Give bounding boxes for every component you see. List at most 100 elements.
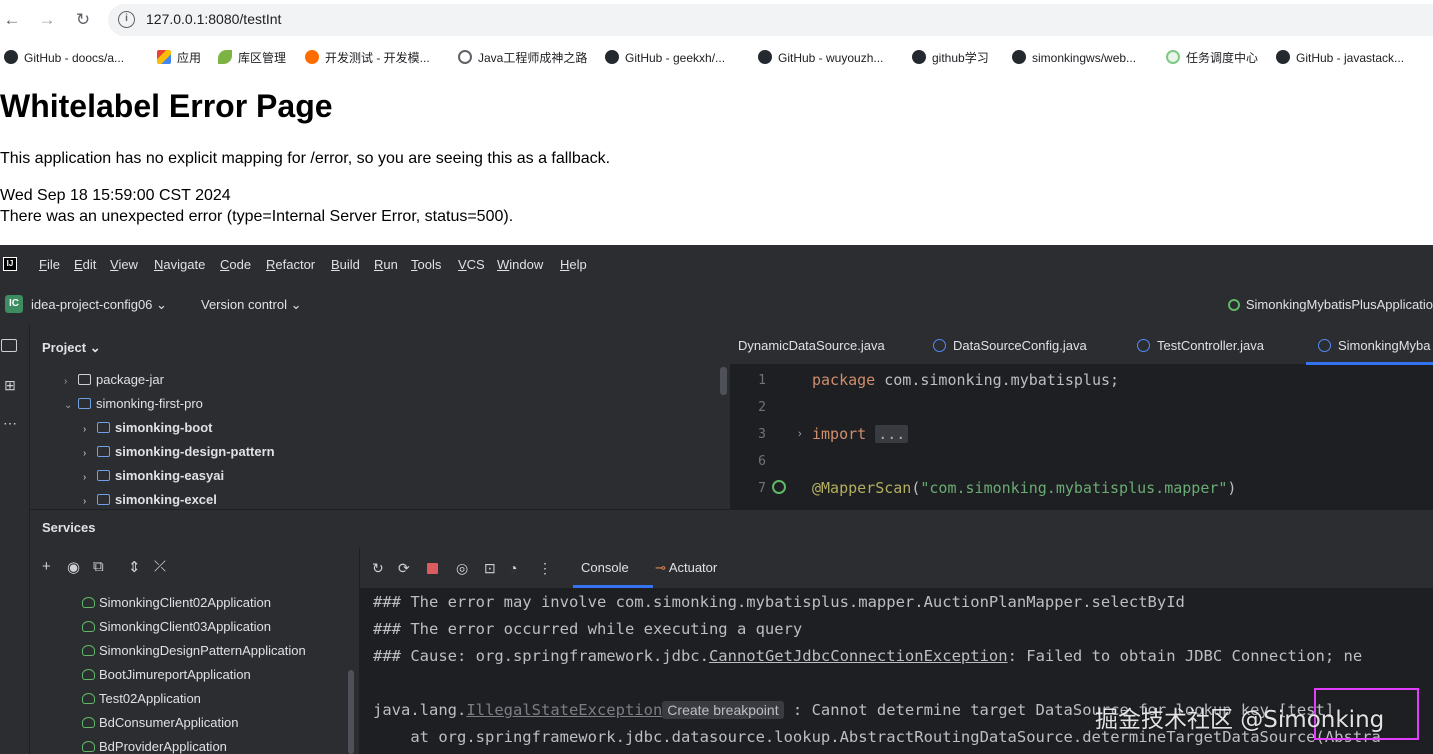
exception-link[interactable]: CannotGetJdbcConnectionException [709, 647, 1008, 665]
menu-navigate[interactable]: Navigate [154, 257, 205, 272]
tree-label: simonking-boot [115, 420, 213, 435]
menu-view[interactable]: View [110, 257, 138, 272]
structure-icon[interactable]: ⊞ [1, 377, 19, 393]
code-line[interactable]: package com.simonking.mybatisplus; [812, 371, 1119, 389]
tree-item[interactable]: › simonking-easyai [83, 464, 224, 488]
folded-imports[interactable]: ... [875, 425, 909, 443]
reload-icon[interactable]: ↻ [71, 8, 95, 32]
left-tool-strip: ⊞ ⋯ [0, 325, 30, 754]
bookmark-item[interactable]: 任务调度中心 [1166, 49, 1258, 67]
stop-icon[interactable] [427, 563, 438, 574]
module-folder-icon [97, 422, 110, 433]
service-item[interactable]: BootJimureportApplication [82, 667, 251, 682]
bookmark-item[interactable]: GitHub - geekxh/... [605, 49, 725, 67]
menu-help[interactable]: Help [560, 257, 587, 272]
url-text[interactable]: 127.0.0.1:8080/testInt [146, 11, 281, 27]
project-folder-icon[interactable] [1, 339, 17, 352]
create-breakpoint-button[interactable]: Create breakpoint [662, 701, 784, 719]
console-line: ### The error occurred while executing a… [373, 620, 803, 638]
expand-arrow-icon[interactable]: › [83, 418, 97, 442]
menu-run[interactable]: Run [374, 257, 398, 272]
menu-file[interactable]: File [39, 257, 60, 272]
more-vertical-icon[interactable]: ⋮ [538, 560, 552, 577]
restart-icon[interactable]: ⟳ [398, 560, 410, 577]
service-item[interactable]: Test02Application [82, 691, 201, 706]
rerun-icon[interactable]: ↻ [372, 560, 384, 577]
dump-threads-icon[interactable]: ⊡ [484, 560, 496, 577]
spring-bean-icon[interactable] [772, 480, 786, 494]
project-panel-title[interactable]: Project ⌄ [42, 340, 101, 356]
collapse-arrow-icon[interactable]: ⌄ [64, 394, 78, 418]
editor-tab[interactable]: DynamicDataSource.java [738, 338, 885, 353]
tree-item[interactable]: ⌄ simonking-first-pro [64, 392, 203, 416]
run-config-selector[interactable]: SimonkingMybatisPlusApplicatio [1227, 297, 1433, 312]
site-info-icon[interactable]: i [118, 11, 135, 28]
version-control-selector[interactable]: Version control ⌄ [201, 297, 302, 313]
menu-tools[interactable]: Tools [411, 257, 441, 272]
bookmark-item[interactable]: GitHub - javastack... [1276, 49, 1404, 67]
menu-vcs[interactable]: VCS [458, 257, 485, 272]
forward-arrow-icon[interactable]: → [35, 8, 59, 32]
collapse-all-icon[interactable]: ⤫ [154, 558, 166, 575]
bookmark-item[interactable]: 应用 [157, 49, 201, 67]
bookmark-item[interactable]: 开发测试 - 开发模... [305, 49, 430, 67]
expand-arrow-icon[interactable]: › [83, 442, 97, 466]
tree-item[interactable]: › package-jar [64, 368, 164, 392]
editor-tab[interactable]: TestController.java [1137, 338, 1264, 353]
service-item[interactable]: BdProviderApplication [82, 739, 227, 754]
new-group-icon[interactable]: ⧉ [93, 558, 104, 575]
tab-label: TestController.java [1157, 338, 1264, 353]
menu-edit[interactable]: Edit [74, 257, 96, 272]
bookmark-item[interactable]: GitHub - wuyouzh... [758, 49, 883, 67]
editor-tab[interactable]: DataSourceConfig.java [933, 338, 1087, 353]
eye-icon[interactable]: ◉ [67, 558, 80, 576]
spring-boot-icon [82, 645, 95, 656]
add-service-icon[interactable]: + [42, 558, 51, 575]
tab-label: Actuator [668, 560, 718, 575]
menu-build[interactable]: Build [331, 257, 360, 272]
tab-actuator[interactable]: ⊸ Actuator [655, 560, 717, 576]
error-detail: There was an unexpected error (type=Inte… [0, 208, 514, 225]
spring-boot-icon [82, 693, 95, 704]
exception-link[interactable]: IllegalStateException [466, 701, 662, 719]
service-item[interactable]: BdConsumerApplication [82, 715, 238, 730]
service-item[interactable]: SimonkingClient03Application [82, 619, 271, 634]
tab-console[interactable]: Console [581, 560, 629, 575]
address-bar[interactable]: i 127.0.0.1:8080/testInt [108, 4, 1433, 36]
line-number: 7 [758, 481, 766, 496]
tree-label: package-jar [96, 372, 164, 387]
menu-refactor[interactable]: Refactor [266, 257, 315, 272]
bookmark-item[interactable]: Java工程师成神之路 [458, 49, 587, 67]
code-line[interactable]: import ... [812, 425, 909, 443]
code-line[interactable]: @MapperScan("com.simonking.mybatisplus.m… [812, 479, 1236, 497]
service-item[interactable]: SimonkingClient02Application [82, 595, 271, 610]
fold-arrow-icon[interactable]: › [798, 428, 802, 440]
project-scrollbar[interactable] [720, 367, 727, 395]
bookmark-item[interactable]: 库区管理 [218, 49, 286, 67]
expand-arrow-icon[interactable]: › [83, 466, 97, 490]
editor-tab-active[interactable]: SimonkingMyba [1318, 338, 1431, 353]
bookmark-label: 库区管理 [238, 51, 287, 65]
expand-all-icon[interactable]: ⇕ [128, 558, 141, 576]
bookmark-item[interactable]: github学习 [912, 49, 989, 67]
expand-arrow-icon[interactable]: › [64, 370, 78, 394]
profiler-icon[interactable]: ◔ [509, 560, 517, 576]
menu-window[interactable]: Window [497, 257, 543, 272]
tab-label: SimonkingMyba [1338, 338, 1431, 353]
project-selector[interactable]: idea-project-config06 ⌄ [31, 297, 167, 313]
bookmark-item[interactable]: simonkingws/web... [1012, 49, 1136, 67]
service-item[interactable]: SimonkingDesignPatternApplication [82, 643, 306, 658]
more-tools-icon[interactable]: ⋯ [1, 415, 19, 431]
panel-title-label: Project [42, 340, 87, 355]
bookmark-item[interactable]: GitHub - doocs/a... [4, 49, 124, 67]
camera-icon[interactable]: ◎ [456, 560, 468, 577]
tree-label: simonking-excel [115, 492, 217, 507]
back-arrow-icon[interactable]: ← [0, 8, 24, 32]
services-scrollbar[interactable] [348, 670, 354, 754]
menu-code[interactable]: Code [220, 257, 251, 272]
bookmark-label: 开发测试 - 开发模... [325, 51, 430, 65]
spring-boot-icon [82, 669, 95, 680]
apps-icon [157, 50, 171, 64]
tree-item[interactable]: › simonking-design-pattern [83, 440, 275, 464]
tree-item[interactable]: › simonking-boot [83, 416, 213, 440]
